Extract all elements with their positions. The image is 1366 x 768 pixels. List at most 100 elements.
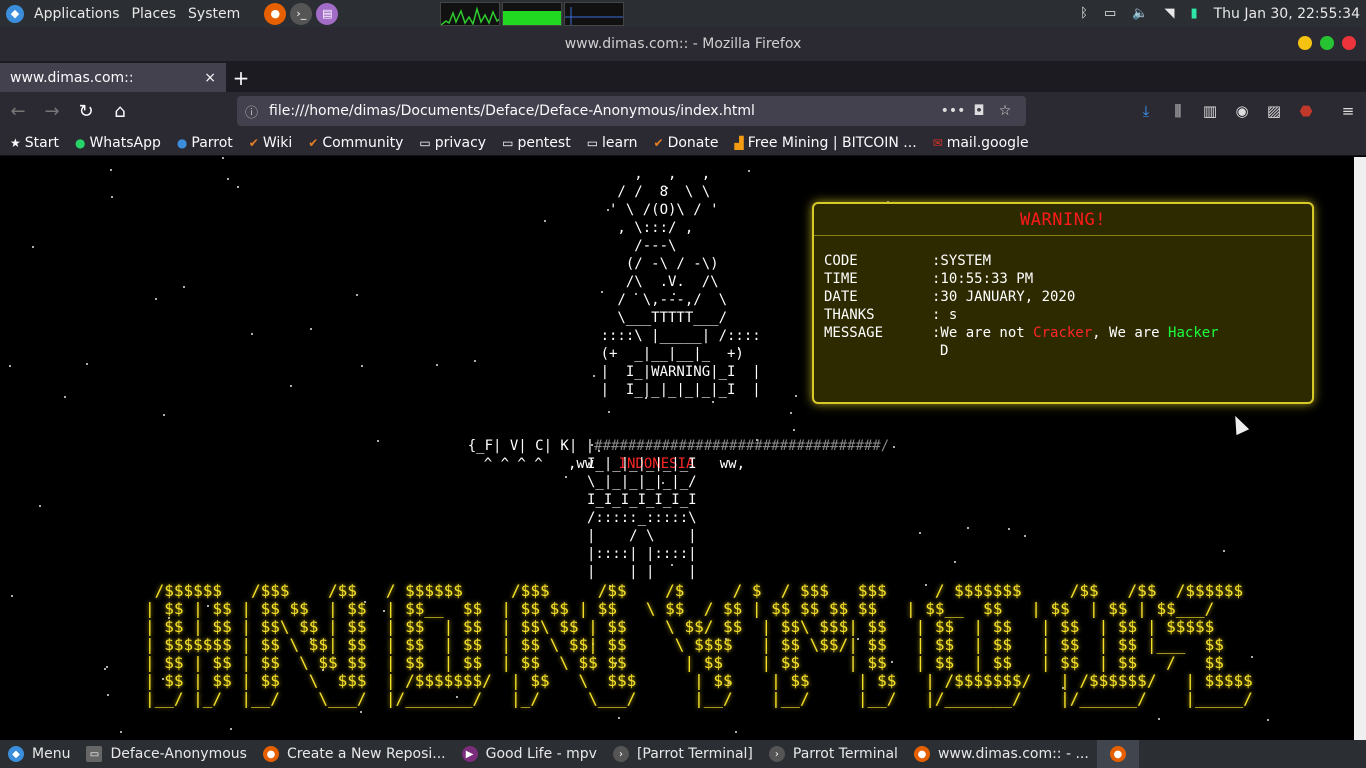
- star-dot: [1024, 535, 1026, 537]
- mpv-icon: ▶: [461, 746, 478, 762]
- star-dot: [64, 396, 66, 398]
- star-dot: [361, 365, 363, 367]
- cracker-word: Cracker: [1033, 325, 1093, 341]
- star-dot: [86, 363, 88, 365]
- tab-label: www.dimas.com::: [10, 69, 134, 86]
- minimize-button[interactable]: [1298, 36, 1312, 50]
- account-icon[interactable]: ◉: [1226, 95, 1258, 127]
- tab-dimas[interactable]: www.dimas.com:: ×: [0, 63, 226, 92]
- parrot-menu-icon: ◆: [8, 746, 24, 762]
- star-dot: [1223, 550, 1225, 552]
- clock[interactable]: Thu Jan 30, 22:55:34: [1214, 6, 1360, 22]
- window-titlebar[interactable]: www.dimas.com:: - Mozilla Firefox: [0, 27, 1366, 61]
- system-tray: ᛒ ▭ 🔈 ◥ ▮ Thu Jan 30, 22:55:34: [1080, 6, 1366, 22]
- firefox-icon: ●: [1109, 746, 1126, 762]
- bookmark-community[interactable]: ✔ Community: [298, 135, 409, 151]
- forward-button[interactable]: →: [36, 95, 68, 127]
- star-dot: [954, 561, 956, 563]
- taskbar-deface-anonymous[interactable]: ▭ Deface-Anonymous: [78, 740, 255, 768]
- parrot-logo-icon[interactable]: ◆: [6, 4, 24, 23]
- hacker-word: Hacker: [1168, 325, 1219, 341]
- network-monitor-graph[interactable]: [564, 1, 625, 26]
- reload-button[interactable]: ↻: [70, 95, 102, 127]
- star-dot: [222, 157, 224, 159]
- star-dot: [227, 178, 229, 180]
- bookmark-parrot[interactable]: ● Parrot: [167, 135, 239, 151]
- taskbar-parrot-terminal-1[interactable]: › [Parrot Terminal]: [605, 740, 761, 768]
- close-window-button[interactable]: [1342, 36, 1356, 50]
- warning-row-thanks: THANKS: s: [824, 307, 958, 323]
- bottom-taskbar: ◆ Menu ▭ Deface-Anonymous ● Create a New Re…: [0, 740, 1366, 768]
- terminal-launcher-icon[interactable]: ›_: [290, 2, 313, 25]
- taskbar-parrot-terminal-2[interactable]: › Parrot Terminal: [761, 740, 906, 768]
- firefox-icon: ●: [262, 746, 279, 762]
- wiki-icon: ✔: [248, 135, 259, 150]
- taskbar-menu[interactable]: ◆ Menu: [0, 740, 78, 768]
- star-dot: [608, 411, 610, 413]
- star-dot: [290, 385, 292, 387]
- star-dot: [1008, 528, 1010, 530]
- menu-system[interactable]: System: [182, 6, 246, 22]
- pocket-icon[interactable]: ◘: [966, 103, 992, 119]
- close-tab-icon[interactable]: ×: [204, 70, 216, 86]
- anonymous-ascii-art: /$$$$$$ /$$$ /$$ / $$$$$$ /$$$ /$$ /$ / …: [145, 581, 1253, 708]
- star-dot: [712, 401, 714, 403]
- menu-applications[interactable]: Applications: [28, 6, 126, 22]
- url-bar[interactable]: ⓘ file:///home/dimas/Documents/Deface/De…: [237, 96, 1026, 126]
- url-text[interactable]: file:///home/dimas/Documents/Deface/Defa…: [267, 103, 940, 119]
- star-dot: [795, 395, 797, 397]
- bookmark-whatsapp[interactable]: ● WhatsApp: [65, 135, 167, 151]
- bookmark-pentest[interactable]: ▭ pentest: [492, 135, 577, 151]
- page-scrollbar[interactable]: [1354, 157, 1366, 740]
- parrot-icon: ●: [176, 135, 188, 150]
- firefox-launcher-icon[interactable]: ●: [264, 2, 287, 25]
- folder-icon: ▭: [586, 135, 599, 150]
- battery-icon[interactable]: ▮: [1190, 6, 1197, 21]
- bookmark-privacy[interactable]: ▭ privacy: [409, 135, 492, 151]
- taskbar-create-repo[interactable]: ● Create a New Reposi...: [255, 740, 454, 768]
- bookmarks-toolbar: ★ Start ● WhatsApp ● Parrot ✔ Wiki ✔ Communit…: [0, 130, 1366, 156]
- star-dot: [356, 294, 358, 296]
- warning-row-time: TIME:10:55:33 PM: [824, 271, 1034, 287]
- sidebar-icon[interactable]: ▥: [1194, 95, 1226, 127]
- star-dot: [107, 694, 109, 696]
- star-dot: [104, 668, 106, 670]
- ublock-icon[interactable]: ⬣: [1290, 95, 1322, 127]
- library-icon[interactable]: ⫼: [1162, 95, 1194, 127]
- taskbar-dimas-firefox[interactable]: ● www.dimas.com:: - ...: [906, 740, 1097, 768]
- bookmark-learn[interactable]: ▭ learn: [577, 135, 644, 151]
- page-actions-icon[interactable]: •••: [940, 103, 966, 119]
- taskbar-mpv[interactable]: ▶ Good Life - mpv: [454, 740, 605, 768]
- display-icon[interactable]: ▭: [1104, 6, 1116, 21]
- bookmark-wiki[interactable]: ✔ Wiki: [239, 135, 298, 151]
- container-icon[interactable]: ▨: [1258, 95, 1290, 127]
- star-dot: [120, 731, 122, 733]
- downloads-icon[interactable]: ⤓: [1130, 95, 1162, 127]
- taskbar-firefox-active[interactable]: ●: [1096, 740, 1139, 768]
- ascii-figure-legs: I_|_|_|_|_|_I \_|_|_|_|_|_/ I_I_I_I_I_I_…: [587, 456, 697, 580]
- bookmark-donate[interactable]: ✔ Donate: [644, 135, 725, 151]
- bookmark-star-icon[interactable]: ☆: [992, 103, 1018, 119]
- warning-row-code: CODE:SYSTEM: [824, 253, 992, 269]
- hamburger-menu-icon[interactable]: ≡: [1332, 95, 1364, 127]
- bookmark-mail-google[interactable]: ✉ mail.google: [923, 135, 1035, 151]
- star-dot: [919, 532, 921, 534]
- star-dot: [436, 364, 438, 366]
- bluetooth-icon[interactable]: ᛒ: [1080, 6, 1088, 21]
- star-dot: [32, 246, 34, 248]
- memory-monitor-graph[interactable]: [502, 1, 563, 26]
- home-button[interactable]: ⌂: [104, 95, 136, 127]
- volume-icon[interactable]: 🔈: [1132, 6, 1148, 21]
- star-dot: [790, 412, 792, 414]
- text-editor-launcher-icon[interactable]: ▤: [316, 2, 339, 25]
- cpu-monitor-graph[interactable]: [440, 1, 501, 26]
- bookmark-start[interactable]: ★ Start: [0, 135, 65, 151]
- back-button[interactable]: ←: [2, 95, 34, 127]
- new-tab-button[interactable]: +: [226, 63, 256, 92]
- menu-places[interactable]: Places: [126, 6, 183, 22]
- bookmark-free-mining[interactable]: ▟ Free Mining | BITCOIN ...: [724, 135, 922, 151]
- maximize-button[interactable]: [1320, 36, 1334, 50]
- wifi-icon[interactable]: ◥: [1164, 6, 1174, 21]
- warning-box: WARNING! CODE:SYSTEM TIME:10:55:33 PM DA…: [812, 202, 1314, 404]
- site-info-icon[interactable]: ⓘ: [245, 102, 267, 121]
